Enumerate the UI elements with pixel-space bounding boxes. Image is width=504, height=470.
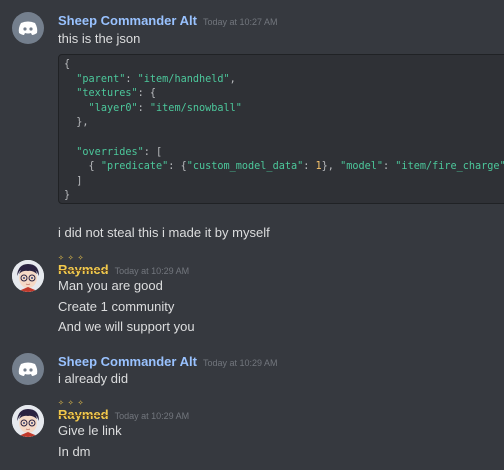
message-text: And we will support you [58,319,195,334]
message-header: Raymed Today at 10:29 AM [58,261,189,279]
code-block: { "parent": "item/handheld", "textures":… [58,54,504,204]
avatar[interactable] [12,12,44,44]
message-header: Sheep Commander Alt Today at 10:29 AM [58,353,278,371]
discord-logo-icon [18,21,38,35]
timestamp: Today at 10:29 AM [202,358,278,368]
message-header: Raymed Today at 10:29 AM [58,406,189,424]
user-avatar-image [12,260,44,292]
message-text: i already did [58,371,129,386]
message-text: Create 1 community [58,299,175,314]
message-header: Sheep Commander Alt Today at 10:27 AM [58,12,278,30]
discord-logo-icon [18,362,38,376]
timestamp: Today at 10:29 AM [114,411,190,421]
message-text: Give le link [58,423,122,438]
message-text: this is the json [58,31,141,46]
message-text: Man you are good [58,278,163,293]
code-content: { "parent": "item/handheld", "textures":… [64,59,504,202]
avatar[interactable] [12,353,44,385]
author-name[interactable]: Sheep Commander Alt [58,13,197,28]
avatar[interactable] [12,405,44,437]
author-name[interactable]: Raymed [58,407,109,422]
timestamp: Today at 10:29 AM [114,266,190,276]
author-name[interactable]: Sheep Commander Alt [58,354,197,369]
user-avatar-image [12,405,44,437]
timestamp: Today at 10:27 AM [202,17,278,27]
message-text: In dm [58,444,91,459]
message-text: i did not steal this i made it by myself [58,225,270,240]
avatar[interactable] [12,260,44,292]
author-name[interactable]: Raymed [58,262,109,277]
